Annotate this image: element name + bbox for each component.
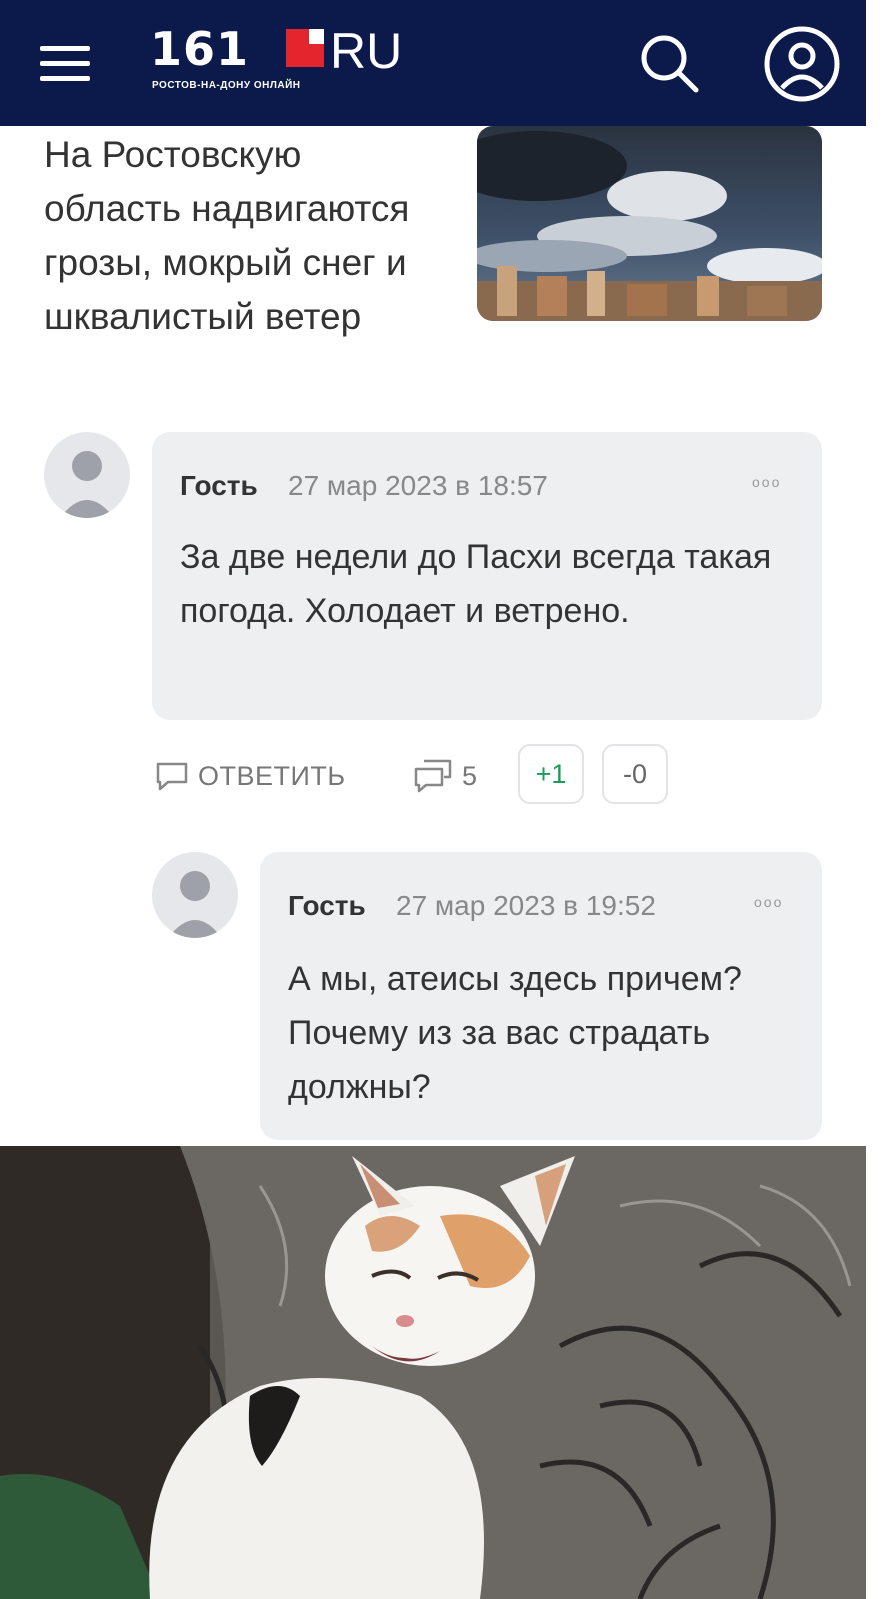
upvote-button[interactable]: +1 (518, 744, 584, 804)
comment-text: За две недели до Пасхи всегда такая пого… (180, 538, 772, 630)
replies-count[interactable]: 5 (412, 756, 477, 796)
avatar (152, 852, 238, 938)
logo-suffix: RU (330, 23, 403, 79)
reply-label: ОТВЕТИТЬ (198, 760, 346, 791)
article-teaser-image[interactable] (477, 126, 822, 321)
avatar (44, 432, 130, 518)
comments-icon (414, 759, 452, 793)
logo-flag-icon (286, 29, 324, 67)
downvote-button[interactable]: -0 (602, 744, 668, 804)
comment-author[interactable]: Гость (288, 890, 366, 922)
page-edge (866, 0, 886, 1599)
article-teaser-title[interactable]: На Ростовскую область надвигаются грозы,… (44, 128, 444, 344)
reply-icon (156, 762, 188, 791)
user-icon[interactable] (762, 24, 842, 104)
reply-button[interactable]: ОТВЕТИТЬ (154, 756, 346, 796)
comment-date: 27 мар 2023 в 18:57 (288, 470, 548, 501)
logo-subtitle: РОСТОВ-НА-ДОНУ ОНЛАЙН (152, 80, 301, 91)
site-header: 161 RU РОСТОВ-НА-ДОНУ ОНЛАЙН (0, 0, 866, 126)
comment-bubble: Гость 27 мар 2023 в 19:52 ooo А мы, атеи… (260, 852, 822, 1140)
search-icon[interactable] (636, 30, 702, 96)
comment-date: 27 мар 2023 в 19:52 (396, 890, 656, 921)
hamburger-icon[interactable] (40, 46, 90, 82)
replies-count-value: 5 (462, 760, 478, 791)
comment-bubble: Гость 27 мар 2023 в 18:57 ooo За две нед… (152, 432, 822, 720)
comment-author[interactable]: Гость (180, 470, 258, 502)
comment-attachment-image[interactable] (0, 1146, 866, 1599)
more-options-icon[interactable]: ooo (754, 894, 783, 910)
more-options-icon[interactable]: ooo (752, 474, 781, 490)
logo-number: 161 (150, 22, 250, 76)
site-logo[interactable]: 161 RU РОСТОВ-НА-ДОНУ ОНЛАЙН (150, 22, 430, 102)
comment-text: А мы, атеисы здесь причем? Почему из за … (288, 960, 742, 1106)
